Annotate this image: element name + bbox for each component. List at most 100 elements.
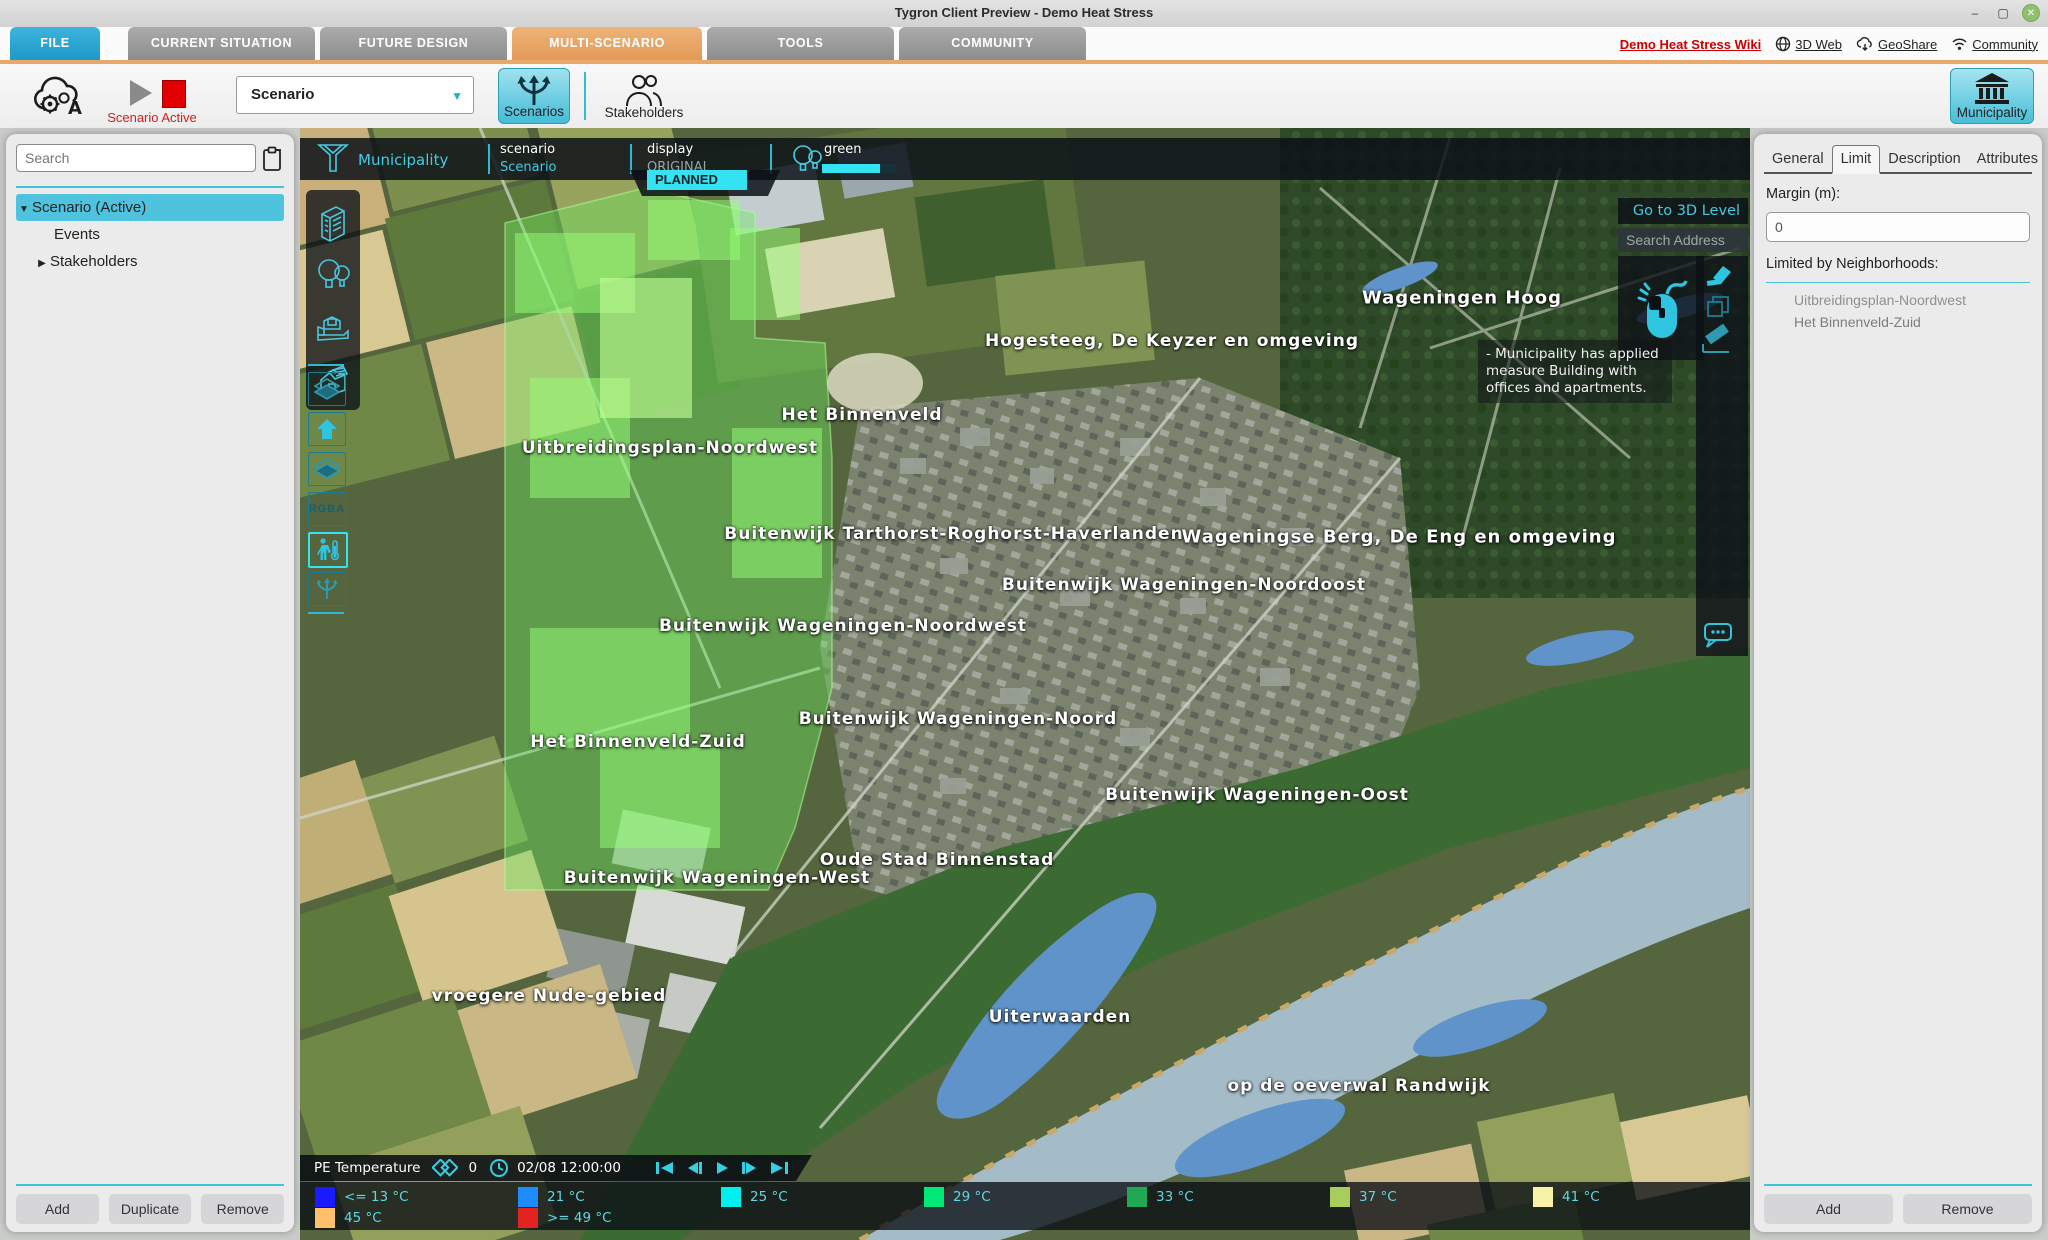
tab-tools[interactable]: TOOLS	[707, 27, 894, 60]
legend-swatch	[1330, 1187, 1350, 1207]
close-button[interactable]: ✕	[2022, 4, 2040, 22]
tool-divider	[308, 364, 344, 366]
goto-3d-level-button[interactable]: Go to 3D Level	[1618, 198, 1748, 224]
tab-attributes[interactable]: Attributes	[1969, 146, 2046, 172]
map-top-bar: Municipality scenario Scenario display O…	[300, 138, 1750, 180]
legend-swatch	[1127, 1187, 1147, 1207]
skip-end-button[interactable]	[769, 1161, 789, 1175]
community-link[interactable]: Community	[1951, 37, 2038, 52]
margin-input[interactable]	[1766, 212, 2030, 242]
tab-general[interactable]: General	[1764, 146, 1832, 172]
sidebar-bottom-divider	[16, 1184, 284, 1186]
step-back-button[interactable]	[687, 1161, 703, 1175]
neighborhood-label: Wageningen Hoog	[1362, 288, 1562, 309]
neighborhood-label: Buitenwijk Tarthorst-Roghorst-Haverlande…	[724, 524, 1183, 544]
cloud-download-icon	[1856, 36, 1874, 52]
scenario-branch-tool-icon[interactable]	[308, 572, 346, 606]
legend-label: 41 °C	[1562, 1189, 1600, 1205]
scenario-dropdown[interactable]: Scenario ▼	[236, 76, 474, 114]
wiki-link[interactable]: Demo Heat Stress Wiki	[1620, 37, 1762, 52]
tab-future-design[interactable]: FUTURE DESIGN	[320, 27, 507, 60]
municipality-button[interactable]: Municipality	[1950, 68, 2034, 124]
legend-swatch	[518, 1187, 538, 1207]
layers-grid-tool-icon[interactable]	[308, 372, 346, 406]
legend-label: 37 °C	[1359, 1189, 1397, 1205]
tree-item-stakeholders[interactable]: ▶Stakeholders	[16, 248, 284, 275]
3d-web-link[interactable]: 3D Web	[1775, 36, 1842, 52]
heat-stress-overlay-tool-icon[interactable]	[308, 532, 348, 568]
tab-community[interactable]: COMMUNITY	[899, 27, 1086, 60]
tab-description[interactable]: Description	[1880, 146, 1969, 172]
bulldozer-measure-icon[interactable]	[306, 300, 360, 352]
scenario-value[interactable]: Scenario	[500, 160, 557, 175]
scenario-tree: ▼Scenario (Active) Events ▶Stakeholders	[16, 194, 284, 275]
neighborhood-item[interactable]: Het Binnenveld-Zuid	[1794, 314, 1921, 330]
neighborhood-label: Uitbreidingsplan-Noordwest	[522, 438, 818, 458]
neighborhood-label: Uiterwaarden	[989, 1007, 1132, 1027]
legend-label: 21 °C	[547, 1189, 585, 1205]
margin-label: Margin (m):	[1766, 186, 1840, 202]
scenarios-button-label: Scenarios	[499, 104, 569, 119]
neighborhood-item[interactable]: Uitbreidingsplan-Noordwest	[1794, 292, 1966, 308]
tab-current-situation[interactable]: CURRENT SITUATION	[128, 27, 315, 60]
play-icon[interactable]	[130, 80, 152, 106]
measure-tooltip: - Municipality has applied measure Build…	[1478, 340, 1672, 403]
neighborhood-label: Buitenwijk Wageningen-West	[564, 868, 871, 888]
tree-item-events[interactable]: Events	[16, 221, 284, 248]
flat-layers-tool-icon[interactable]	[308, 452, 346, 486]
keyframe-diamonds-icon[interactable]	[432, 1159, 458, 1177]
copy-layers-tool-icon[interactable]	[1698, 290, 1738, 324]
tab-file[interactable]: FILE	[10, 27, 100, 60]
clipboard-icon[interactable]	[262, 146, 284, 172]
collapse-arrow-icon[interactable]: ▶	[34, 250, 50, 277]
step-forward-button[interactable]	[741, 1161, 757, 1175]
tab-limit[interactable]: Limit	[1832, 145, 1881, 174]
panel-bottom-divider	[1764, 1184, 2032, 1186]
legend-swatch	[721, 1187, 741, 1207]
rgba-overlay-tool[interactable]: RGBA	[308, 492, 346, 526]
overlay-title: PE Temperature	[314, 1160, 420, 1176]
legend-swatch	[315, 1187, 335, 1207]
legend-label: <= 13 °C	[344, 1189, 409, 1205]
globe-icon	[1775, 36, 1791, 52]
stakeholders-button[interactable]: Stakeholders	[600, 68, 688, 124]
scenario-active-label: Scenario Active	[92, 110, 212, 125]
scenarios-button[interactable]: Scenarios	[498, 68, 570, 124]
search-input[interactable]	[16, 144, 256, 172]
legend-label: 45 °C	[344, 1210, 382, 1226]
legend-swatch	[924, 1187, 944, 1207]
stop-icon[interactable]	[162, 80, 186, 108]
remove-neighborhood-button[interactable]: Remove	[1903, 1194, 2032, 1224]
legend-label: 25 °C	[750, 1189, 788, 1205]
geoshare-link[interactable]: GeoShare	[1856, 36, 1937, 52]
scenario-dropdown-value: Scenario	[251, 86, 314, 103]
measure-tool-icon[interactable]	[1696, 322, 1736, 356]
mouse-icon	[1633, 272, 1689, 344]
add-neighborhood-button[interactable]: Add	[1764, 1194, 1893, 1224]
add-scenario-button[interactable]: Add	[16, 1194, 99, 1224]
map-viewport[interactable]: Wageningen Hoog Hogesteeg, De Keyzer en …	[300, 128, 1750, 1240]
search-address-input[interactable]: Search Address	[1618, 228, 1748, 252]
duplicate-scenario-button[interactable]: Duplicate	[109, 1194, 192, 1224]
display-caption: display	[647, 142, 693, 157]
maximize-button[interactable]: ▢	[1994, 4, 2012, 22]
buildings-measure-icon[interactable]	[306, 196, 360, 248]
eraser-tool-icon[interactable]	[1698, 258, 1738, 292]
minimize-button[interactable]: –	[1966, 4, 1984, 22]
expand-arrow-icon[interactable]: ▼	[16, 196, 32, 223]
wifi-icon	[1951, 37, 1968, 51]
vegetation-measure-icon[interactable]	[306, 248, 360, 300]
chat-tool-icon[interactable]	[1698, 618, 1738, 652]
tab-multi-scenario[interactable]: MULTI-SCENARIO	[512, 27, 702, 60]
remove-scenario-button[interactable]: Remove	[201, 1194, 284, 1224]
display-option-planned[interactable]: PLANNED	[647, 170, 747, 190]
tree-item-scenario-active[interactable]: ▼Scenario (Active)	[16, 194, 284, 221]
play-timeline-button[interactable]	[715, 1161, 729, 1175]
legend-swatch	[315, 1208, 335, 1228]
skip-start-button[interactable]	[655, 1161, 675, 1175]
map-stakeholder-name[interactable]: Municipality	[358, 151, 448, 169]
buildings-overlay-tool-icon[interactable]	[308, 412, 346, 446]
neighborhood-label: vroegere Nude-gebied	[432, 986, 667, 1006]
clock-icon	[489, 1158, 509, 1178]
legend-swatch	[518, 1208, 538, 1228]
